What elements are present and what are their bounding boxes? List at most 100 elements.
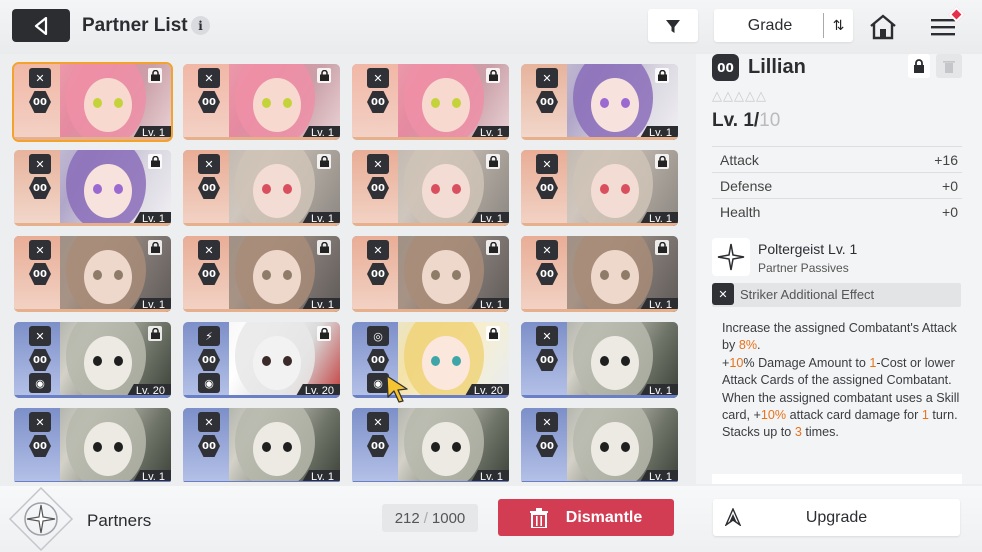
partner-card-grey-hair-girl[interactable]: ✕ 00 Lv. 1 bbox=[183, 150, 340, 226]
bottom-bar: Partners 212/1000 Dismantle Upgrade bbox=[0, 486, 982, 552]
stat-row-health: Health +0 bbox=[712, 198, 962, 224]
dismantle-button[interactable]: Dismantle bbox=[498, 499, 674, 536]
lock-icon bbox=[148, 154, 162, 169]
lock-icon bbox=[486, 68, 500, 83]
portrait-eye bbox=[93, 98, 102, 108]
attribute-icon: ◉ bbox=[198, 373, 220, 393]
role-icon: ✕ bbox=[198, 412, 220, 432]
back-button[interactable] bbox=[12, 9, 70, 42]
role-icon: ◎ bbox=[367, 326, 389, 346]
role-icon: ✕ bbox=[29, 68, 51, 88]
lock-icon bbox=[486, 240, 500, 255]
partner-card-white-fox[interactable]: ⚡ 00 ◉ Lv. 20 bbox=[183, 322, 340, 398]
portrait-eye bbox=[621, 98, 630, 108]
portrait-face bbox=[253, 164, 301, 218]
info-icon[interactable]: i bbox=[191, 16, 210, 35]
role-icon: ✕ bbox=[198, 240, 220, 260]
partner-card-pink-hair-girl[interactable]: ✕ 00 Lv. 1 bbox=[352, 64, 509, 140]
description-text: . bbox=[757, 338, 761, 353]
partner-card-brown-hair-girl[interactable]: ✕ 00 Lv. 1 bbox=[183, 236, 340, 312]
partner-card-white-mask-creature[interactable]: ✕ 00 ◉ Lv. 20 bbox=[14, 322, 171, 398]
partner-card-pink-hair-girl[interactable]: ✕ 00 Lv. 1 bbox=[12, 62, 173, 142]
partner-card-white-mask-creature[interactable]: ✕ 00 Lv. 1 bbox=[521, 408, 678, 482]
rarity-bar bbox=[521, 481, 678, 482]
count-separator: / bbox=[423, 509, 428, 527]
passive-description: Increase the assigned Combatant's Attack… bbox=[722, 320, 966, 442]
role-icon: ✕ bbox=[367, 240, 389, 260]
portrait-face bbox=[422, 78, 470, 132]
partner-card-blonde-girl[interactable]: ◎ 00 ◉ Lv. 20 bbox=[352, 322, 509, 398]
partner-card-white-mask-creature[interactable]: ✕ 00 Lv. 1 bbox=[183, 408, 340, 482]
dismantle-label: Dismantle bbox=[565, 508, 643, 526]
portrait-eye bbox=[452, 98, 461, 108]
portrait-eye bbox=[283, 184, 292, 194]
rarity-bar bbox=[352, 137, 509, 140]
partner-grid: ✕ 00 Lv. 1 ✕ 00 Lv. 1 ✕ 00 Lv. 1 ✕ 00 Lv. 1 ✕ 00 Lv. 1… bbox=[12, 60, 682, 482]
lock-icon bbox=[914, 59, 924, 73]
partner-card-grey-hair-girl[interactable]: ✕ 00 Lv. 1 bbox=[521, 150, 678, 226]
portrait-face bbox=[591, 164, 639, 218]
highlighted-value: 10% bbox=[760, 408, 787, 423]
partner-card-purple-hair-girl[interactable]: ✕ 00 Lv. 1 bbox=[14, 150, 171, 226]
partner-card-white-mask-creature[interactable]: ✕ 00 Lv. 1 bbox=[352, 408, 509, 482]
effect-label: Striker Additional Effect bbox=[740, 287, 875, 302]
filter-icon bbox=[666, 19, 680, 33]
portrait-eye bbox=[114, 442, 123, 452]
crossed-swords-icon: ✕ bbox=[712, 283, 734, 305]
grade-sort-button[interactable]: Grade ⇅ bbox=[714, 9, 853, 42]
rarity-bar bbox=[183, 395, 340, 398]
portrait-eye bbox=[431, 184, 440, 194]
role-icon: ✕ bbox=[367, 68, 389, 88]
portrait-eye bbox=[452, 184, 461, 194]
partner-card-white-mask-creature[interactable]: ✕ 00 Lv. 1 bbox=[521, 322, 678, 398]
partner-card-grey-hair-girl[interactable]: ✕ 00 Lv. 1 bbox=[352, 150, 509, 226]
mouse-cursor-icon bbox=[386, 375, 408, 403]
role-icon: ✕ bbox=[29, 154, 51, 174]
stat-label: Defense bbox=[720, 178, 773, 194]
lock-toggle-button[interactable] bbox=[908, 54, 930, 78]
passive-skill[interactable]: Poltergeist Lv. 1 Partner Passives bbox=[712, 238, 962, 280]
role-icon: ⚡ bbox=[198, 326, 220, 346]
portrait-face bbox=[253, 422, 301, 476]
partner-card-white-mask-creature[interactable]: ✕ 00 Lv. 1 bbox=[14, 408, 171, 482]
filter-button[interactable] bbox=[648, 9, 698, 42]
lock-icon bbox=[317, 326, 331, 341]
partners-label: Partners bbox=[87, 511, 152, 530]
partner-name: Lillian bbox=[748, 56, 806, 78]
level-max: 10 bbox=[759, 110, 781, 131]
portrait-eye bbox=[431, 98, 440, 108]
portrait-face bbox=[253, 336, 301, 390]
lock-icon bbox=[148, 68, 162, 83]
portrait-eye bbox=[283, 356, 292, 366]
highlighted-value: 3 bbox=[794, 425, 802, 440]
rarity-bar bbox=[521, 223, 678, 226]
partner-card-purple-hair-girl[interactable]: ✕ 00 Lv. 1 bbox=[521, 64, 678, 140]
poltergeist-icon bbox=[712, 238, 750, 276]
role-icon: ✕ bbox=[29, 326, 51, 346]
home-button[interactable] bbox=[865, 10, 901, 43]
portrait-eye bbox=[262, 356, 271, 366]
upgrade-button[interactable]: Upgrade bbox=[713, 499, 960, 536]
portrait-eye bbox=[621, 270, 630, 280]
partner-card-brown-hair-girl[interactable]: ✕ 00 Lv. 1 bbox=[521, 236, 678, 312]
portrait-face bbox=[591, 422, 639, 476]
rarity-bar bbox=[183, 223, 340, 226]
lock-icon bbox=[317, 240, 331, 255]
description-text: % Damage Amount to bbox=[743, 355, 870, 370]
stats-list: Attack +16 Defense +0 Health +0 bbox=[712, 146, 962, 224]
portrait-eye bbox=[262, 184, 271, 194]
portrait-face bbox=[422, 422, 470, 476]
portrait-face bbox=[84, 422, 132, 476]
portrait-face bbox=[253, 250, 301, 304]
trash-button[interactable] bbox=[936, 54, 962, 78]
partner-card-pink-hair-girl[interactable]: ✕ 00 Lv. 1 bbox=[183, 64, 340, 140]
passive-name: Poltergeist Lv. 1 bbox=[758, 241, 858, 257]
level-current: Lv. 1/ bbox=[712, 110, 760, 131]
partner-card-brown-hair-girl[interactable]: ✕ 00 Lv. 1 bbox=[14, 236, 171, 312]
upgrade-arrow-icon bbox=[725, 508, 741, 526]
partner-card-brown-hair-girl[interactable]: ✕ 00 Lv. 1 bbox=[352, 236, 509, 312]
portrait-face bbox=[422, 164, 470, 218]
sort-order-icon[interactable]: ⇅ bbox=[823, 13, 853, 38]
rarity-bar bbox=[14, 309, 171, 312]
portrait-eye bbox=[114, 184, 123, 194]
